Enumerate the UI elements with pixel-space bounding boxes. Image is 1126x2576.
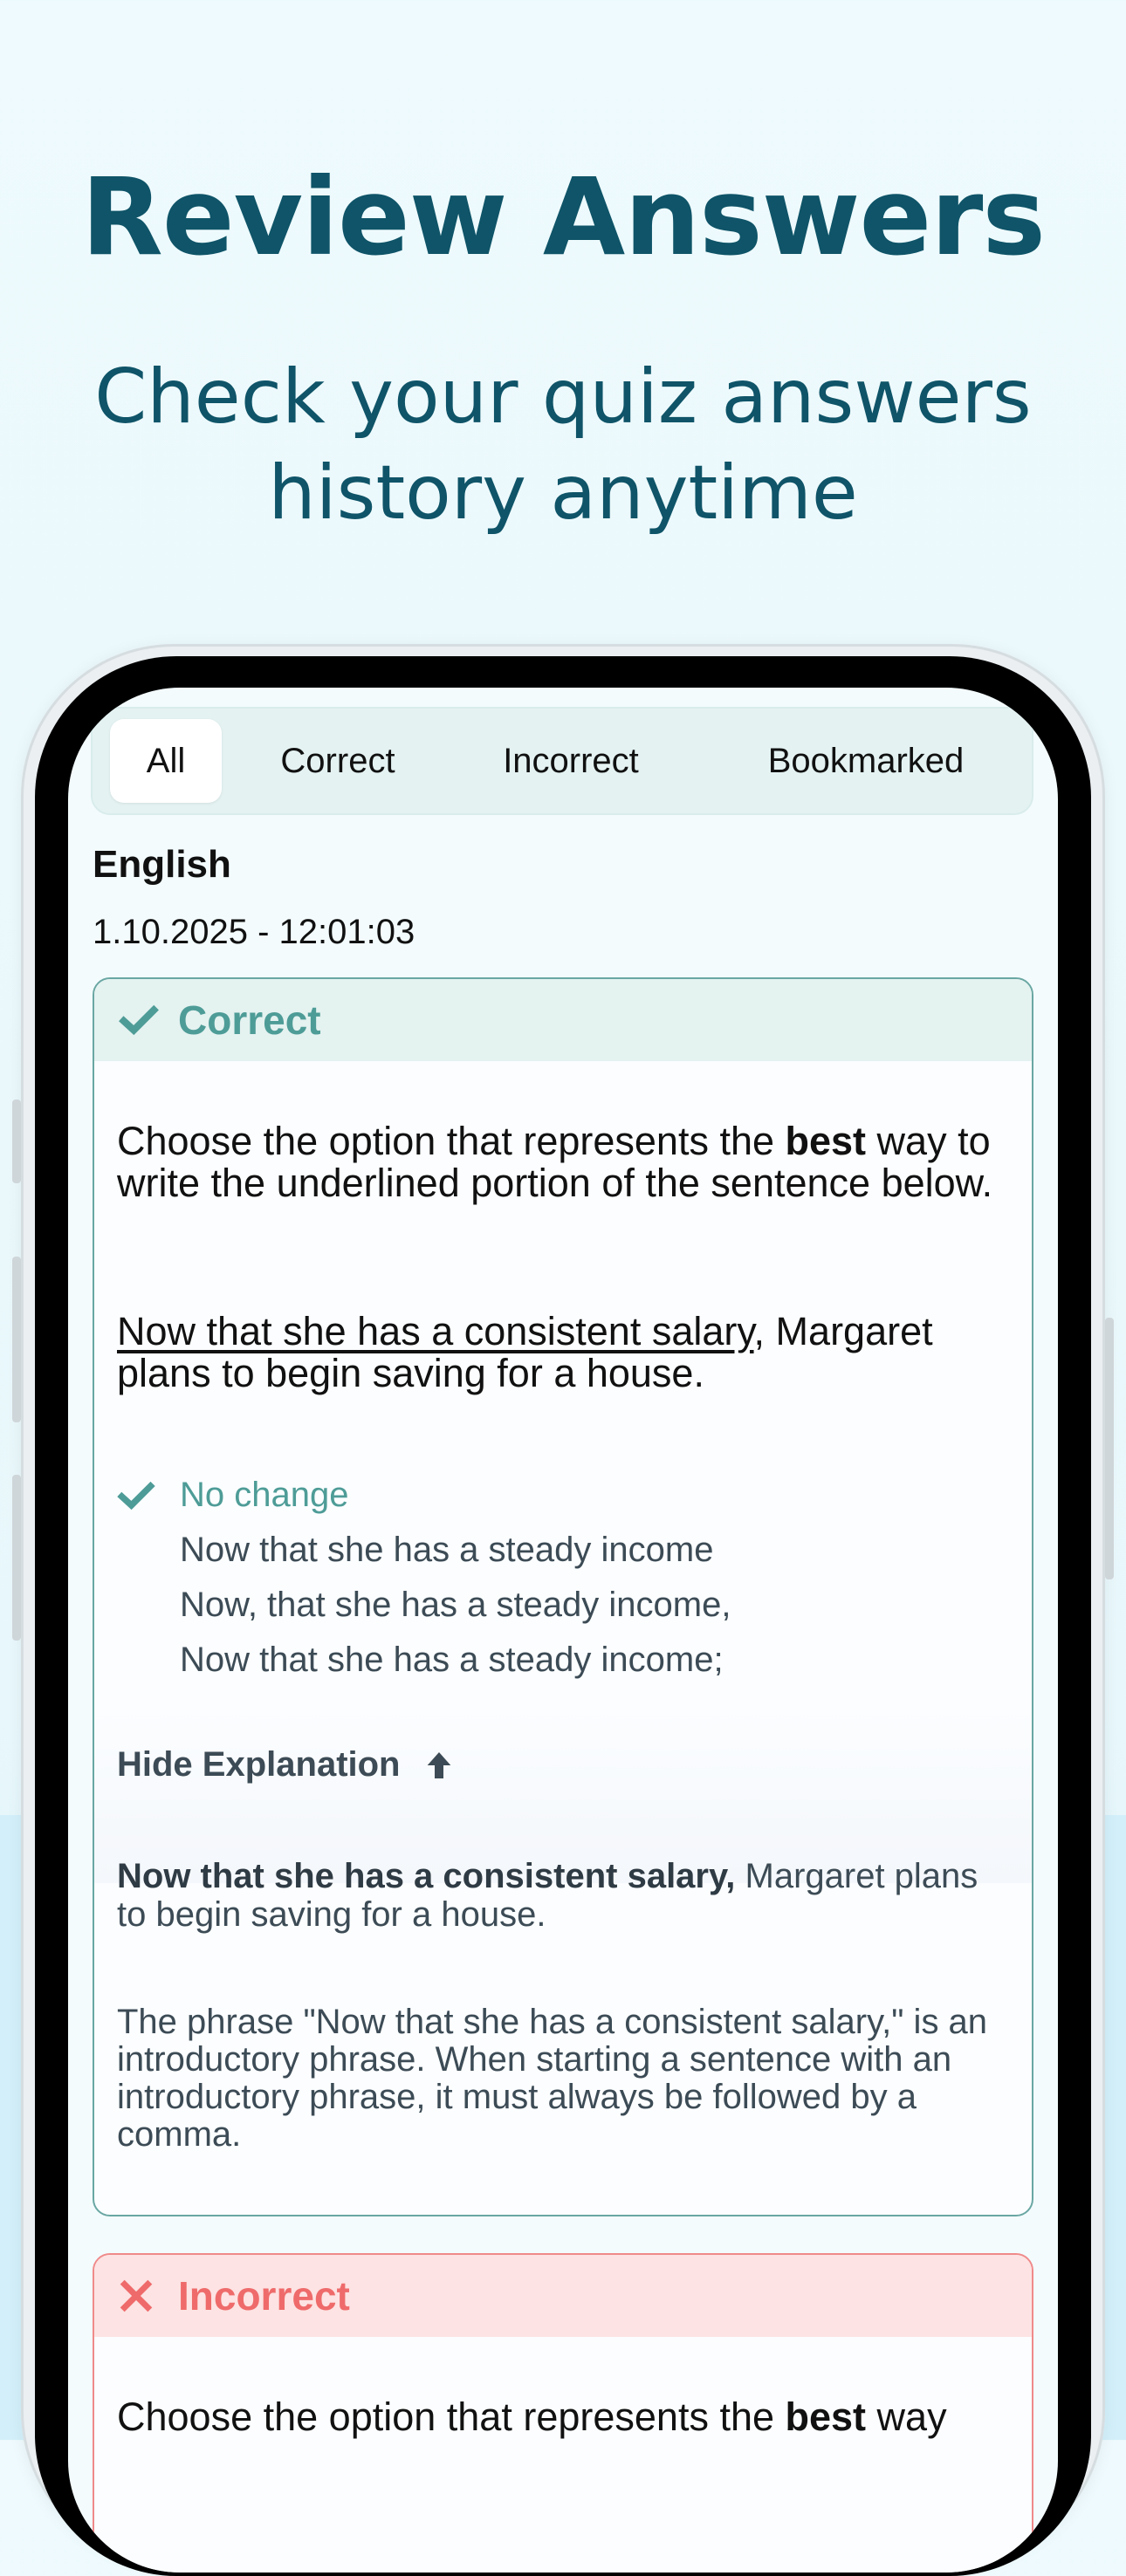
answer-card: Correct Choose the option that represent… [93, 977, 1033, 2216]
arrow-up-icon [422, 1748, 457, 1783]
hide-explanation-button[interactable]: Hide Explanation [117, 1745, 457, 1785]
phone-side-button [12, 1475, 21, 1641]
card-status-header: Correct [94, 979, 1032, 1061]
phone-side-button [12, 1257, 21, 1422]
question-sentence: Now that she has a consistent salary, Ma… [117, 1309, 933, 1395]
tab-bookmarked[interactable]: Bookmarked [726, 719, 1006, 803]
answer-options: No change Now that she has a steady inco… [117, 1468, 1009, 1688]
hero-subtitle-line1: Check your quiz answers [94, 353, 1032, 441]
phone-screen: All Correct Incorrect Bookmarked English… [68, 688, 1058, 2573]
hero-subtitle: Check your quiz answers history anytime [0, 349, 1126, 541]
question-text: Choose the option that represents the be… [117, 2394, 947, 2439]
option-item: Now that she has a steady income [180, 1531, 714, 1569]
answer-card: Incorrect Choose the option that represe… [93, 2253, 1033, 2573]
option-item: No change [117, 1468, 1009, 1523]
check-icon [119, 1000, 159, 1040]
option-item: Now, that she has a steady income, [180, 1586, 731, 1624]
tab-incorrect[interactable]: Incorrect [466, 719, 676, 803]
phone-side-button [12, 1100, 21, 1183]
card-status-header: Incorrect [94, 2255, 1032, 2337]
filter-tabs: All Correct Incorrect Bookmarked [91, 707, 1033, 815]
hero-title: Review Answers [80, 155, 1046, 279]
quiz-date: 1.10.2025 - 12:01:03 [93, 913, 415, 951]
close-icon [119, 2276, 159, 2316]
tab-correct[interactable]: Correct [246, 719, 429, 803]
quiz-name: English [93, 843, 231, 886]
question-text: Choose the option that represents the be… [117, 1119, 993, 1205]
card-status-label: Correct [178, 997, 321, 1043]
explanation-text: The phrase "Now that she has a consisten… [117, 2003, 988, 2154]
tab-all[interactable]: All [110, 719, 222, 803]
phone-side-button [1105, 1318, 1114, 1579]
card-status-label: Incorrect [178, 2273, 350, 2319]
check-icon [117, 1476, 155, 1515]
hero-subtitle-line2: history anytime [268, 449, 858, 537]
explanation-sentence: Now that she has a consistent salary, Ma… [117, 1857, 978, 1934]
option-item: Now that she has a steady income; [180, 1641, 724, 1679]
